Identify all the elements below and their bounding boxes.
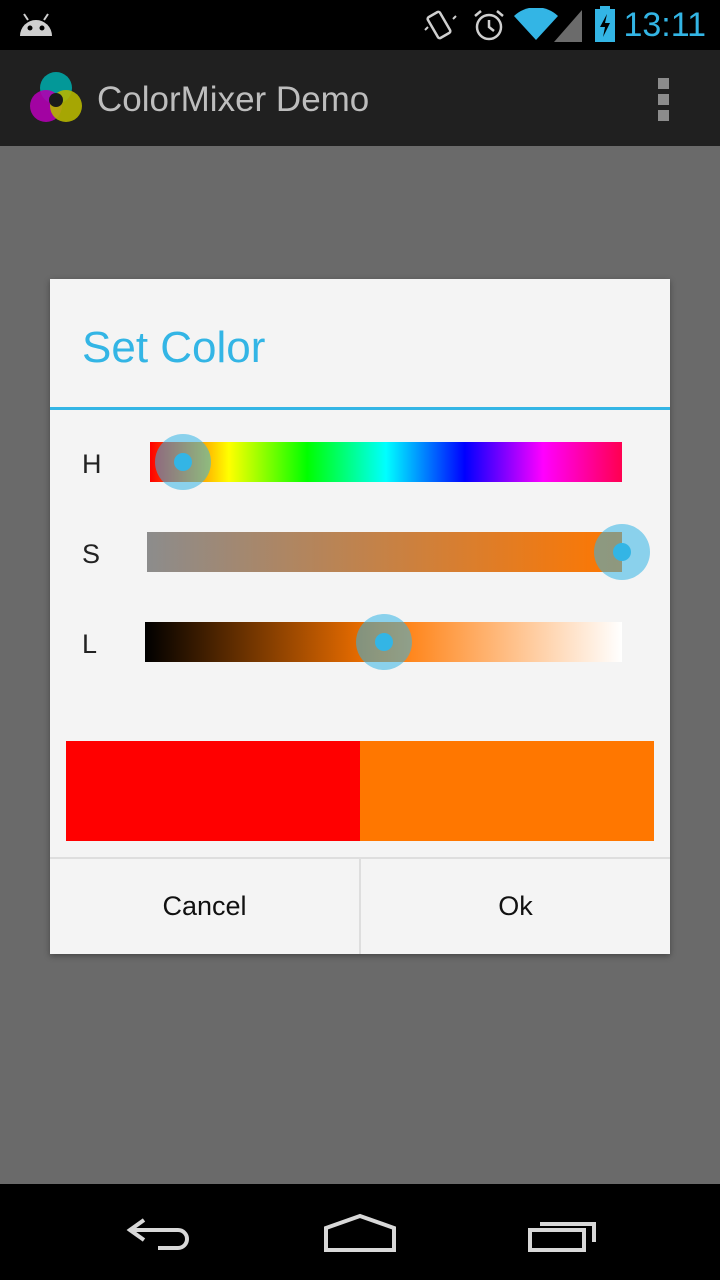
saturation-slider-thumb[interactable] — [594, 524, 650, 580]
new-color-swatch — [360, 741, 654, 841]
vibrate-icon — [424, 10, 457, 40]
battery-charging-icon — [595, 6, 615, 42]
hue-slider-thumb[interactable] — [155, 434, 212, 490]
overflow-menu-icon[interactable] — [654, 76, 674, 122]
status-bar: 13:11 — [0, 0, 720, 50]
alarm-icon — [474, 10, 504, 41]
wifi-icon — [514, 8, 558, 40]
android-notification-icon — [20, 13, 52, 36]
home-icon[interactable] — [322, 1212, 398, 1254]
dialog-title: Set Color — [82, 323, 266, 372]
app-title: ColorMixer Demo — [97, 80, 370, 119]
title-divider — [50, 407, 670, 410]
colormixer-logo-icon[interactable] — [28, 70, 84, 126]
back-icon[interactable] — [124, 1214, 196, 1254]
set-color-dialog: Set Color H S L Cancel Ok — [50, 279, 670, 954]
action-bar: ColorMixer Demo — [0, 50, 720, 146]
hue-slider-track[interactable] — [150, 442, 622, 482]
clock: 13:11 — [623, 6, 706, 44]
original-color-swatch — [66, 741, 360, 841]
ok-button[interactable]: Ok — [361, 859, 670, 954]
hue-label: H — [82, 449, 102, 479]
saturation-slider-track[interactable] — [147, 532, 622, 572]
saturation-label: S — [82, 539, 101, 569]
lightness-label: L — [82, 629, 98, 659]
navigation-bar — [0, 1184, 720, 1280]
cancel-button[interactable]: Cancel — [50, 859, 359, 954]
recents-icon[interactable] — [526, 1214, 600, 1254]
signal-icon — [554, 10, 582, 42]
lightness-slider-thumb[interactable] — [355, 614, 412, 670]
